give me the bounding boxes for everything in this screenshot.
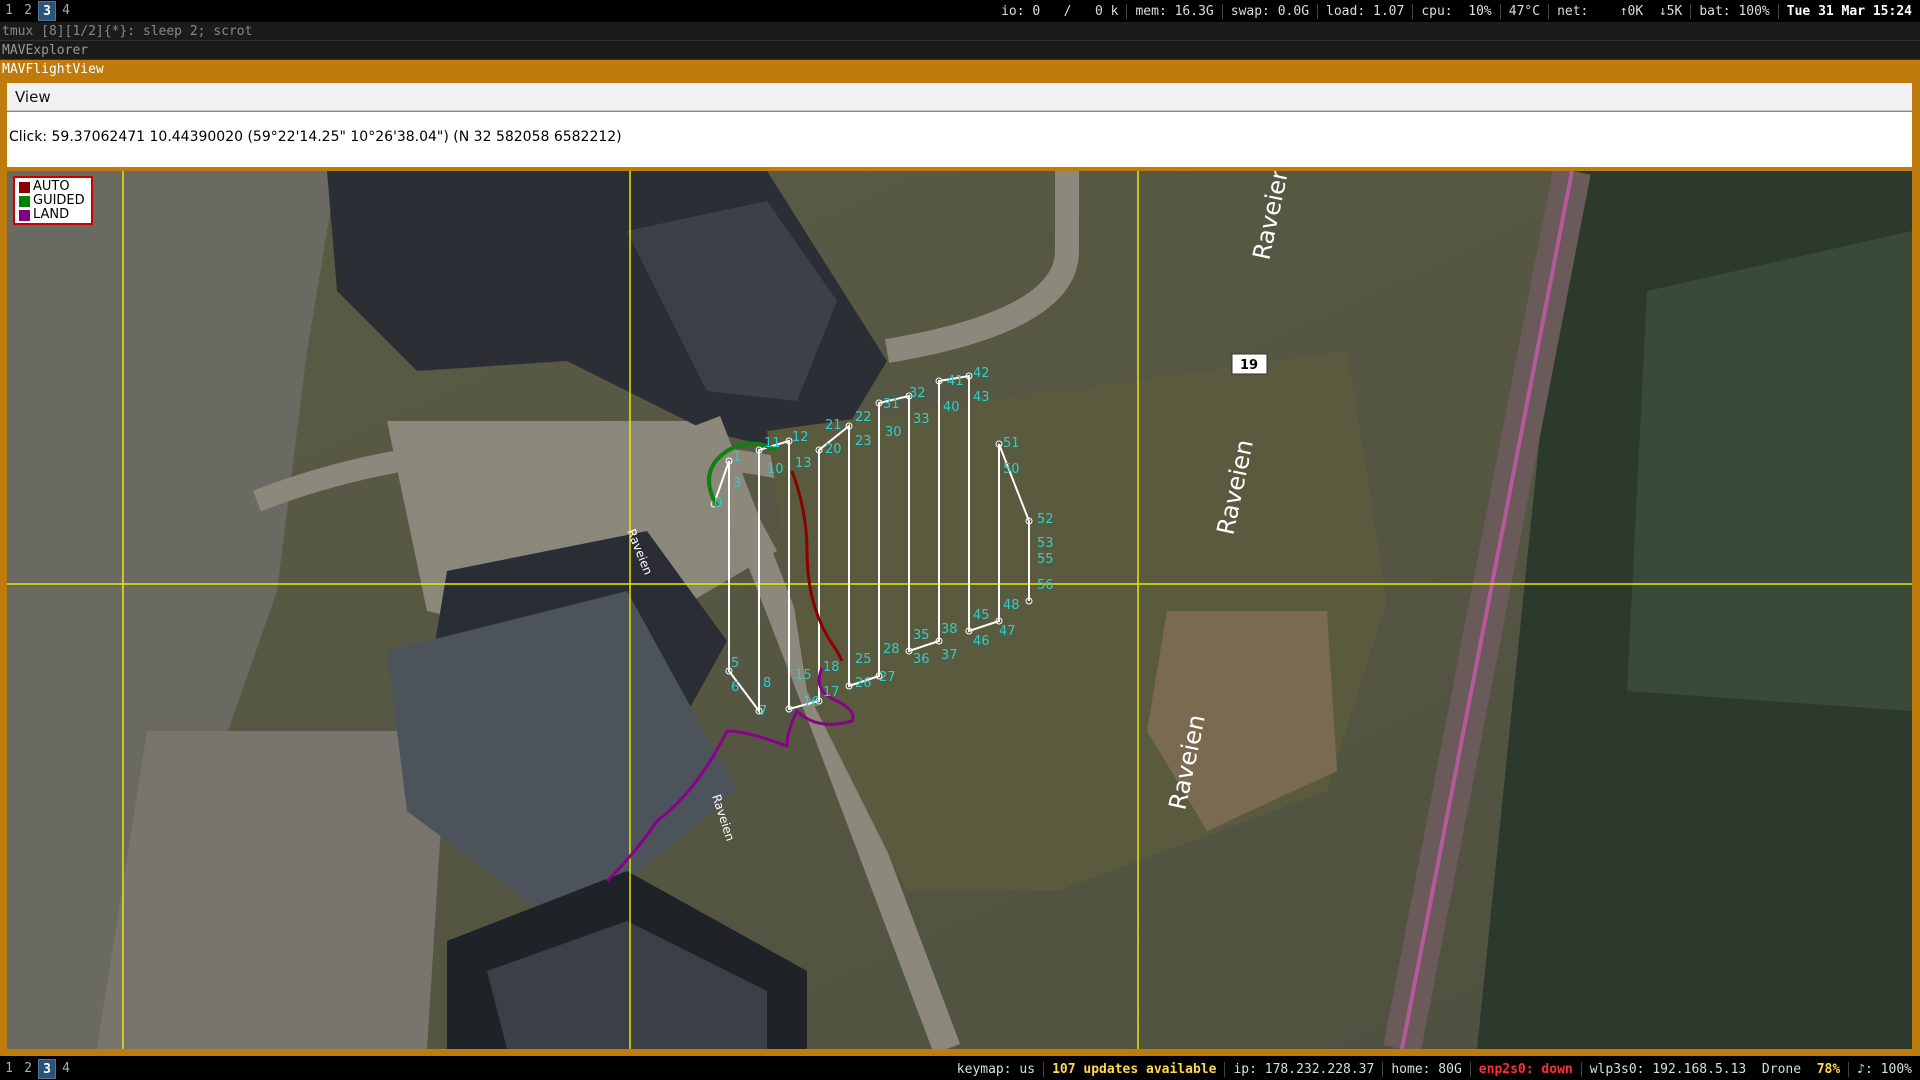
workspace-4[interactable]: 4: [57, 1, 75, 21]
legend-auto: AUTO: [19, 180, 87, 194]
home-disk-status: home: 80G: [1382, 1061, 1469, 1077]
flight-mode-legend: AUTO GUIDED LAND: [13, 176, 93, 225]
click-coordinates: Click: 59.37062471 10.44390020 (59°22'14…: [9, 129, 622, 145]
waypoint-label: 32: [909, 386, 926, 401]
waypoint-label: 7: [759, 704, 767, 719]
load-status: load: 1.07: [1317, 3, 1412, 19]
waypoint-label: 43: [973, 390, 990, 405]
updates-status: 107 updates available: [1043, 1061, 1224, 1077]
waypoint-label: 21: [825, 418, 842, 433]
ip-status: ip: 178.232.228.37: [1224, 1061, 1382, 1077]
waypoint-label: 15: [795, 668, 812, 683]
waypoint-label: 56: [1037, 578, 1054, 593]
waypoint-label: 36: [913, 652, 930, 667]
parking-lot-lower: [97, 731, 447, 1049]
keymap-status: keymap: us: [956, 1061, 1036, 1077]
bottom-status-bar: 1 2 3 4 keymap: us 107 updates available…: [0, 1058, 1920, 1080]
waypoint-label: 31: [883, 397, 900, 412]
net-status: net: ↑0K ↓5K: [1548, 3, 1690, 19]
tmux-window-title[interactable]: tmux [8][1/2]{*}: sleep 2; scrot: [0, 22, 1920, 41]
map-view[interactable]: Raveien Raveien Raveien Raveien Raveien …: [7, 171, 1912, 1049]
legend-auto-swatch: [19, 181, 30, 193]
waypoint-label: 25: [855, 652, 872, 667]
menu-view[interactable]: View: [7, 83, 59, 111]
legend-guided-label: GUIDED: [33, 193, 85, 208]
waypoint-label: 10: [767, 462, 784, 477]
waypoint-label: 0: [714, 496, 722, 511]
legend-guided-swatch: [19, 195, 30, 207]
waypoint-label: 13: [795, 456, 812, 471]
wifi-strength: 78%: [1816, 1061, 1841, 1077]
menu-bar: View: [7, 83, 1912, 111]
waypoint-label: 40: [943, 400, 960, 415]
workspace-1[interactable]: 1: [0, 1, 18, 21]
bottom-workspace-3[interactable]: 3: [38, 1059, 56, 1079]
workspace-2[interactable]: 2: [19, 1, 37, 21]
wifi-status: wlp3s0: 192.168.5.13 Drone 78%: [1580, 1061, 1848, 1077]
legend-land: LAND: [19, 208, 87, 222]
system-status: io: 0 / 0 k mem: 16.3G swap: 0.0G load: …: [993, 0, 1920, 22]
io-status: io: 0 / 0 k: [1001, 3, 1119, 19]
map-canvas[interactable]: Raveien Raveien Raveien Raveien Raveien …: [7, 171, 1912, 1049]
waypoint-label: 18: [823, 660, 840, 675]
waypoint-label: 37: [941, 648, 958, 663]
waypoint-label: 38: [941, 622, 958, 637]
waypoint-label: 26: [855, 676, 872, 691]
ethernet-status: enp2s0: down: [1469, 1061, 1581, 1077]
waypoint-label: 16: [803, 695, 820, 710]
waypoint-label: 20: [825, 442, 842, 457]
bottom-status: keymap: us 107 updates available ip: 178…: [949, 1058, 1920, 1080]
waypoint-label: 46: [973, 634, 990, 649]
waypoint-label: 8: [763, 676, 771, 691]
battery-status: bat: 100%: [1690, 3, 1777, 19]
waypoint-label: 1: [733, 450, 741, 465]
click-info-panel: Click: 59.37062471 10.44390020 (59°22'14…: [7, 112, 1912, 167]
waypoint-label: 28: [883, 642, 900, 657]
temp-status: 47°C: [1499, 3, 1548, 19]
workspace-3[interactable]: 3: [38, 1, 56, 21]
forest-rows: [1627, 231, 1912, 711]
road-shield-number: 19: [1240, 358, 1258, 373]
waypoint-label: 55: [1037, 552, 1054, 567]
top-status-bar: 1 2 3 4 io: 0 / 0 k mem: 16.3G swap: 0.0…: [0, 0, 1920, 22]
waypoint-label: 42: [973, 366, 990, 381]
wifi-ssid: Drone: [1761, 1061, 1802, 1077]
waypoint-label: 47: [999, 624, 1016, 639]
legend-land-label: LAND: [33, 207, 70, 222]
waypoint-label: 53: [1037, 536, 1054, 551]
mavexplorer-window-title[interactable]: MAVExplorer: [0, 41, 1920, 60]
waypoint-label: 11: [764, 436, 781, 451]
legend-auto-label: AUTO: [33, 179, 70, 194]
waypoint-label: 30: [885, 425, 902, 440]
volume-status: ♪: 100%: [1848, 1061, 1920, 1077]
legend-land-swatch: [19, 209, 30, 221]
cpu-status: cpu: 10%: [1412, 3, 1499, 19]
waypoint-label: 35: [913, 628, 930, 643]
swap-status: swap: 0.0G: [1221, 3, 1317, 19]
waypoint-label: 22: [855, 410, 872, 425]
waypoint-label: 12: [792, 430, 809, 445]
waypoint-label: 23: [855, 434, 872, 449]
waypoint-label: 50: [1003, 462, 1020, 477]
waypoint-label: 3: [733, 476, 741, 491]
wifi-ip: wlp3s0: 192.168.5.13: [1589, 1061, 1747, 1077]
waypoint-label: 41: [947, 374, 964, 389]
waypoint-label: 48: [1003, 598, 1020, 613]
bottom-workspace-2[interactable]: 2: [19, 1059, 37, 1079]
waypoint-label: 45: [973, 608, 990, 623]
waypoint-label: 5: [731, 656, 739, 671]
legend-guided: GUIDED: [19, 194, 87, 208]
flightview-window: View Click: 59.37062471 10.44390020 (59°…: [0, 79, 1920, 1056]
bottom-workspace-4[interactable]: 4: [57, 1059, 75, 1079]
waypoint-label: 51: [1003, 436, 1020, 451]
mem-status: mem: 16.3G: [1126, 3, 1221, 19]
waypoint-label: 33: [913, 412, 930, 427]
waypoint-label: 6: [731, 680, 739, 695]
mavflightview-window-title[interactable]: MAVFlightView: [0, 60, 1920, 79]
waypoint-label: 27: [879, 670, 896, 685]
waypoint-label: 52: [1037, 512, 1054, 527]
bottom-workspace-1[interactable]: 1: [0, 1059, 18, 1079]
clock: Tue 31 Mar 15:24: [1777, 3, 1920, 19]
waypoint-label: 17: [823, 685, 840, 700]
